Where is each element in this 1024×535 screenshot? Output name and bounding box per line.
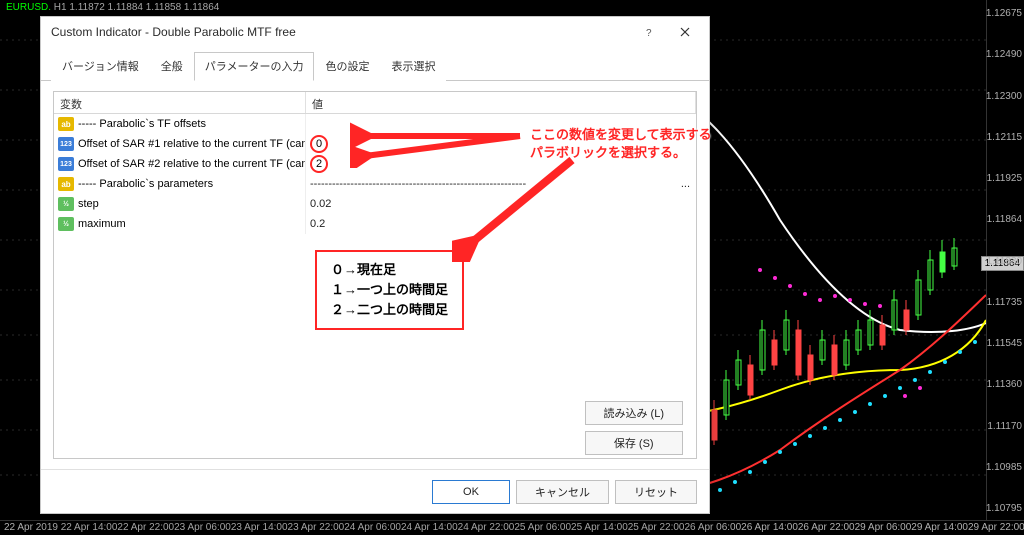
time-tick: 26 Apr 22:00 — [798, 522, 855, 533]
param-value[interactable]: ----------------------------------------… — [306, 174, 696, 194]
param-row[interactable]: 123 Offset of SAR #2 relative to the curr… — [54, 154, 696, 174]
time-tick: 22 Apr 22:00 — [117, 522, 174, 533]
time-tick: 22 Apr 2019 — [4, 522, 58, 533]
time-tick: 25 Apr 22:00 — [628, 522, 685, 533]
column-header-value[interactable]: 値 — [306, 92, 696, 113]
price-tick: 1.12115 — [987, 132, 1022, 143]
param-value[interactable]: 0 — [306, 134, 696, 154]
price-tick: 1.11925 — [987, 173, 1022, 184]
symbol-period: H1 — [54, 2, 67, 13]
type-icon: ½ — [58, 197, 74, 211]
time-tick: 29 Apr 14:00 — [911, 522, 968, 533]
price-tick: 1.11864 — [987, 214, 1022, 225]
param-value[interactable]: 0.02 — [306, 194, 696, 214]
price-axis: 1.11864 1.12675 1.12490 1.12300 1.12115 1.11… — [986, 0, 1024, 520]
param-row[interactable]: ab ----- Parabolic`s TF offsets — [54, 114, 696, 134]
price-tick: 1.11735 — [987, 297, 1022, 308]
time-tick: 23 Apr 14:00 — [231, 522, 288, 533]
param-row[interactable]: ½ maximum 0.2 — [54, 214, 696, 234]
indicator-dialog: Custom Indicator - Double Parabolic MTF … — [40, 16, 710, 514]
reset-button[interactable]: リセット — [615, 480, 697, 504]
svg-text:?: ? — [646, 28, 652, 37]
symbol-quotes: 1.11872 1.11884 1.11858 1.11864 — [69, 2, 219, 13]
param-name: ----- Parabolic`s TF offsets — [78, 118, 206, 130]
help-button[interactable]: ? — [631, 19, 667, 45]
price-tick: 1.11360 — [987, 379, 1022, 390]
time-tick: 25 Apr 14:00 — [571, 522, 628, 533]
dialog-title: Custom Indicator - Double Parabolic MTF … — [51, 25, 631, 39]
time-tick: 23 Apr 22:00 — [288, 522, 345, 533]
dialog-footer: OK キャンセル リセット — [41, 469, 709, 513]
symbol-name: EURUSD. — [6, 2, 51, 13]
param-value[interactable]: 0.2 — [306, 214, 696, 234]
cancel-button[interactable]: キャンセル — [516, 480, 609, 504]
tab-4[interactable]: 表示選択 — [380, 52, 446, 81]
param-value[interactable] — [306, 114, 696, 134]
time-tick: 24 Apr 22:00 — [458, 522, 515, 533]
price-tick: 1.12675 — [986, 8, 1022, 19]
param-value[interactable]: 2 — [306, 154, 696, 174]
tabs: バージョン情報全般パラメーターの入力色の設定表示選択 — [41, 47, 709, 81]
param-row[interactable]: ½ step 0.02 — [54, 194, 696, 214]
time-tick: 24 Apr 14:00 — [401, 522, 458, 533]
price-tick: 1.10795 — [986, 503, 1022, 514]
time-axis: 22 Apr 201922 Apr 14:0022 Apr 22:0023 Ap… — [0, 520, 1024, 535]
time-tick: 22 Apr 14:00 — [61, 522, 118, 533]
load-button[interactable]: 読み込み (L) — [585, 401, 684, 425]
circled-value: 2 — [310, 155, 328, 173]
circled-value: 0 — [310, 135, 328, 153]
price-tick: 1.12490 — [986, 49, 1022, 60]
tab-1[interactable]: 全般 — [150, 52, 194, 81]
time-tick: 29 Apr 22:00 — [968, 522, 1024, 533]
param-name: ----- Parabolic`s parameters — [78, 178, 213, 190]
close-button[interactable] — [667, 19, 703, 45]
price-tick: 1.11830 — [987, 256, 1022, 267]
param-row[interactable]: 123 Offset of SAR #1 relative to the curr… — [54, 134, 696, 154]
type-icon: 123 — [58, 157, 74, 171]
ellipsis-button[interactable]: ... — [681, 178, 690, 190]
time-tick: 25 Apr 06:00 — [514, 522, 571, 533]
price-tick: 1.11545 — [987, 338, 1022, 349]
time-tick: 29 Apr 06:00 — [855, 522, 912, 533]
symbol-bar: EURUSD. H1 1.11872 1.11884 1.11858 1.118… — [6, 2, 219, 13]
titlebar[interactable]: Custom Indicator - Double Parabolic MTF … — [41, 17, 709, 47]
time-tick: 24 Apr 06:00 — [344, 522, 401, 533]
param-name: maximum — [78, 218, 126, 230]
ok-button[interactable]: OK — [432, 480, 510, 504]
price-tick: 1.11170 — [987, 421, 1022, 432]
type-icon: ab — [58, 177, 74, 191]
time-tick: 23 Apr 06:00 — [174, 522, 231, 533]
price-tick: 1.12300 — [986, 91, 1022, 102]
tab-3[interactable]: 色の設定 — [314, 52, 380, 81]
param-name: step — [78, 198, 99, 210]
param-name: Offset of SAR #1 relative to the current… — [78, 138, 306, 150]
tab-2[interactable]: パラメーターの入力 — [194, 52, 315, 81]
type-icon: ½ — [58, 217, 74, 231]
time-tick: 26 Apr 14:00 — [741, 522, 798, 533]
time-tick: 26 Apr 06:00 — [684, 522, 741, 533]
price-tick: 1.10985 — [986, 462, 1022, 473]
save-button[interactable]: 保存 (S) — [585, 431, 684, 455]
column-header-variable[interactable]: 変数 — [54, 92, 306, 113]
param-name: Offset of SAR #2 relative to the current… — [78, 158, 306, 170]
type-icon: ab — [58, 117, 74, 131]
param-row[interactable]: ab ----- Parabolic`s parameters ----------… — [54, 174, 696, 194]
type-icon: 123 — [58, 137, 74, 151]
tab-0[interactable]: バージョン情報 — [51, 52, 150, 81]
